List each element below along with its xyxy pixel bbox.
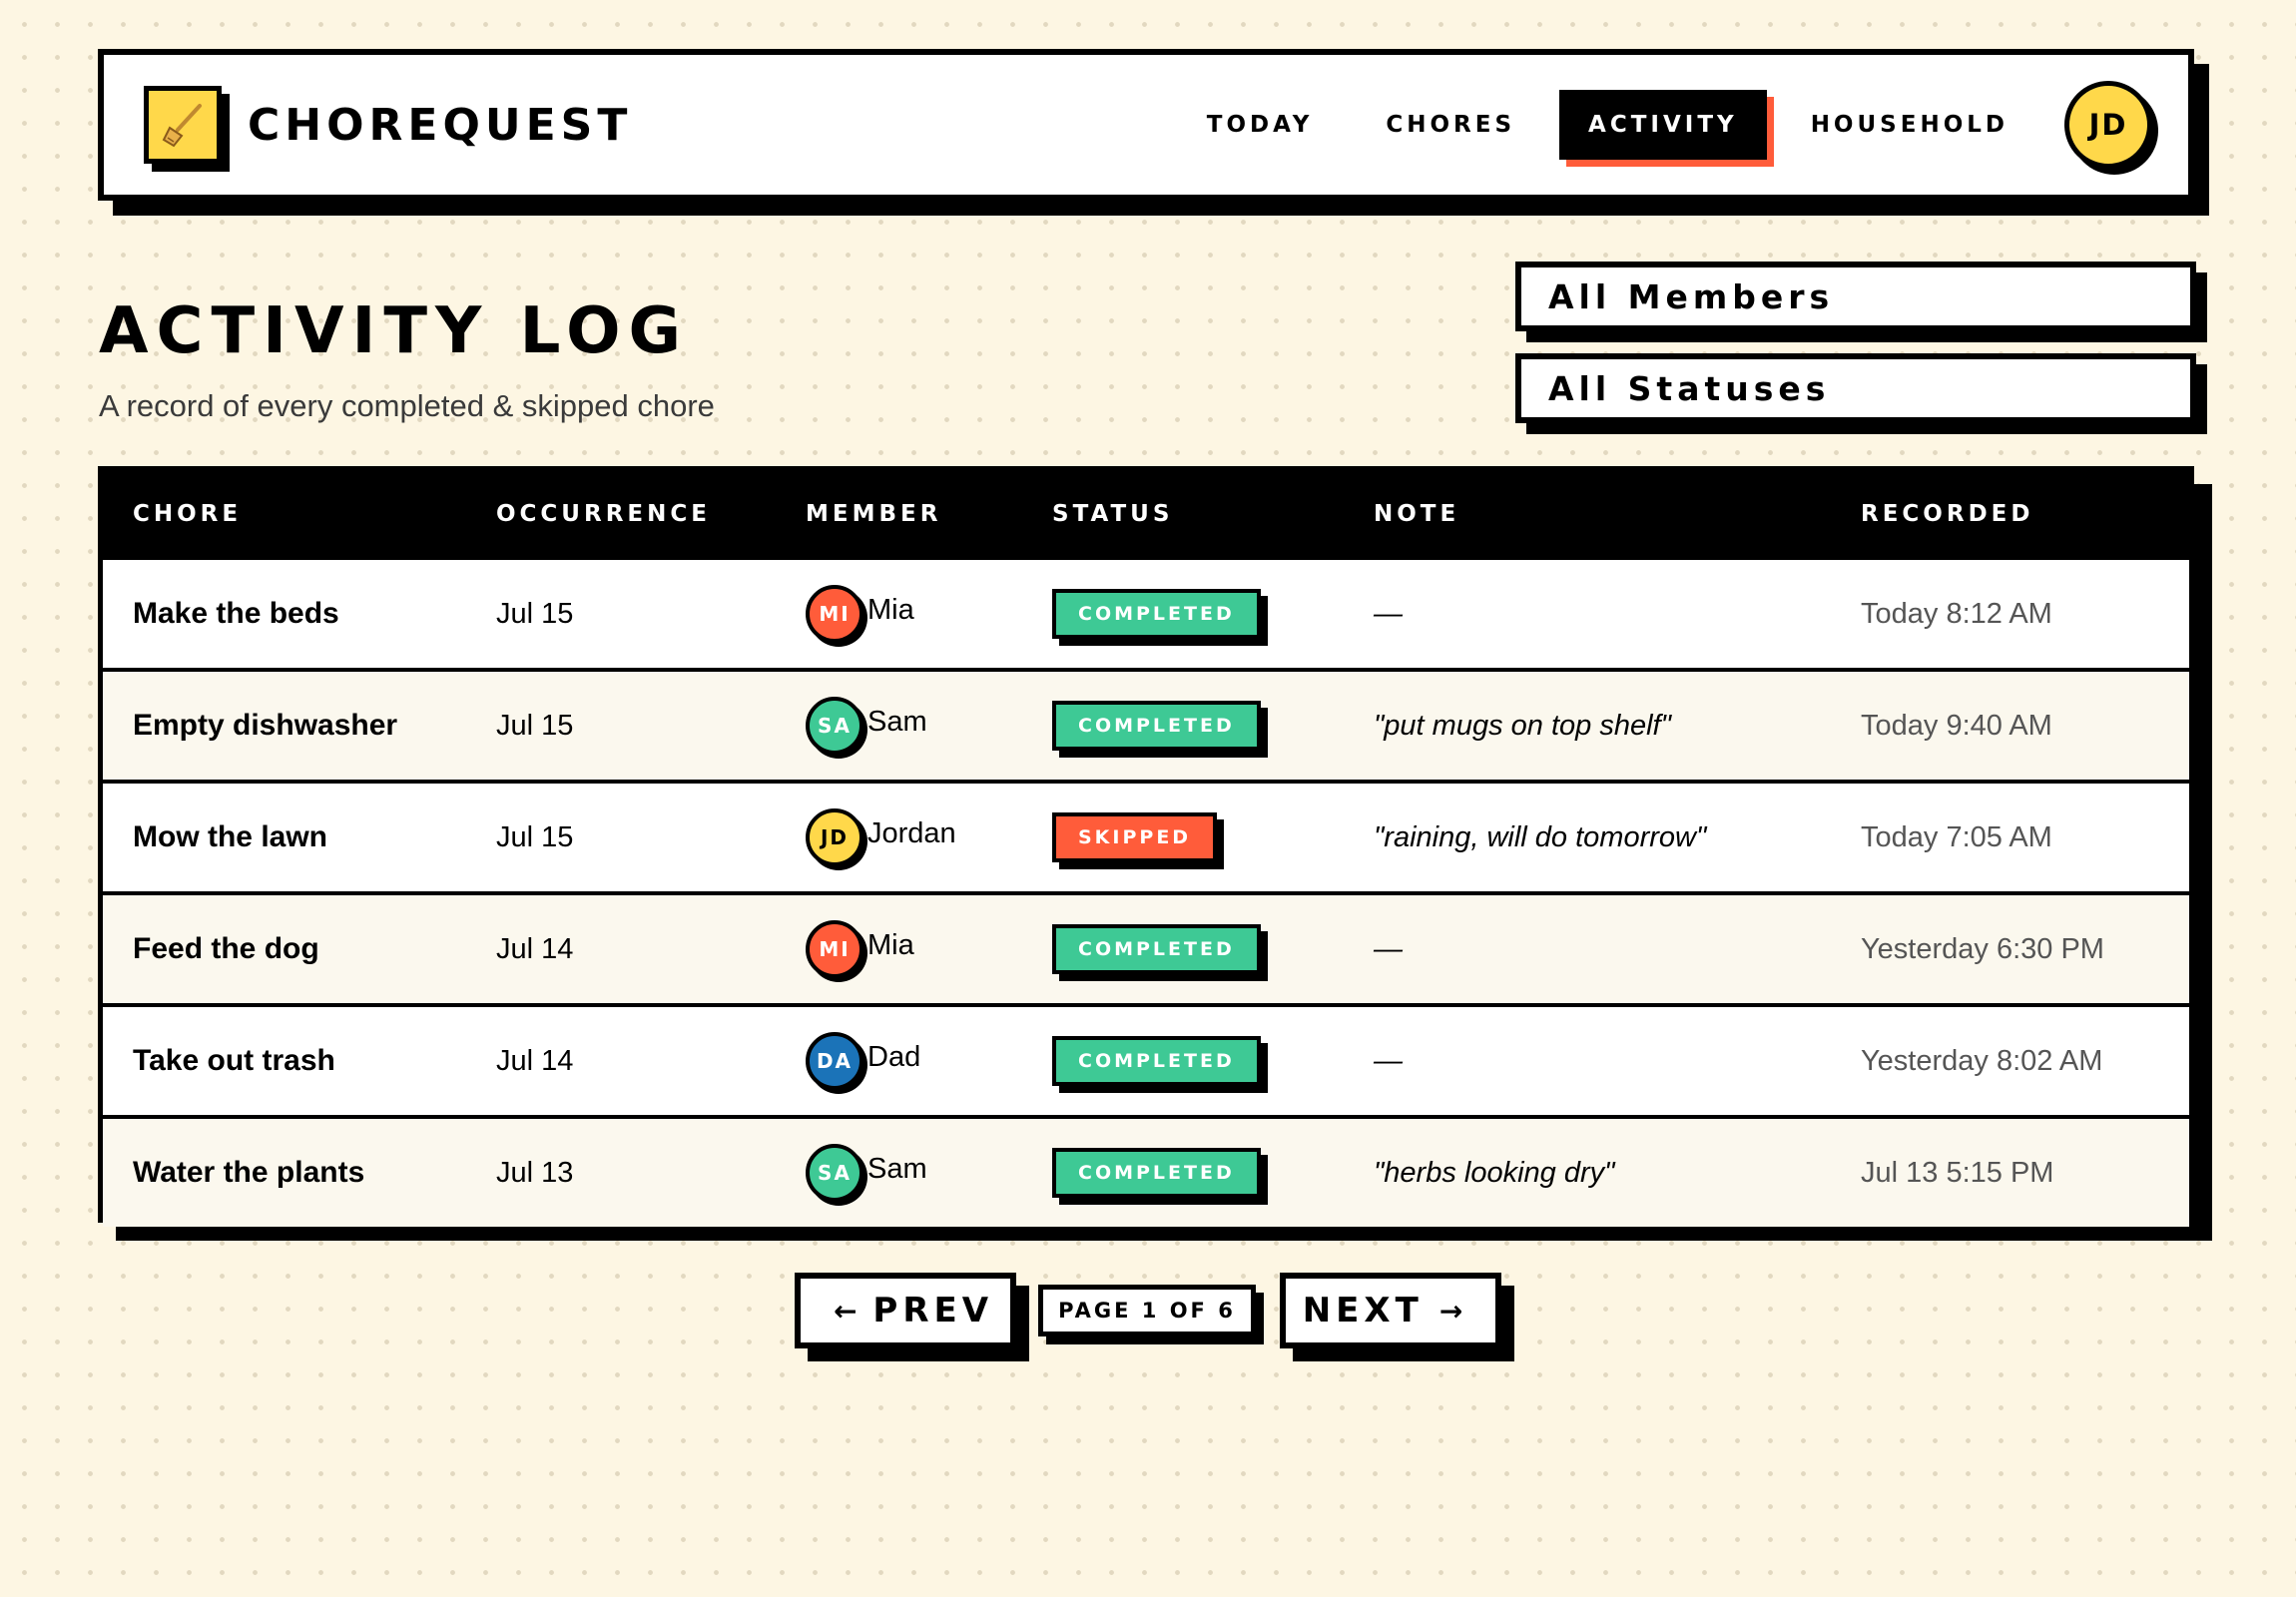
table-row[interactable]: Empty dishwasher Jul 15 SA Sam COMPLETED…: [103, 668, 2189, 780]
note-text: —: [1374, 1044, 1403, 1077]
note-text: "put mugs on top shelf": [1374, 709, 1671, 742]
occurrence-date: Jul 15: [496, 820, 574, 853]
arrow-right-icon: →: [1438, 1294, 1463, 1328]
member-cell: SA Sam: [806, 1144, 927, 1202]
member-avatar: SA: [806, 1144, 863, 1202]
member-filter-select[interactable]: All Members: [1515, 262, 2196, 331]
nav-household[interactable]: HOUSEHOLD: [1782, 90, 2037, 160]
table-body: Make the beds Jul 15 MI Mia COMPLETED — …: [103, 556, 2189, 1227]
member-cell: MI Mia: [806, 920, 914, 978]
arrow-left-icon: ←: [833, 1294, 858, 1328]
status-badge: COMPLETED: [1052, 1148, 1261, 1198]
table-row[interactable]: Feed the dog Jul 14 MI Mia COMPLETED — Y…: [103, 891, 2189, 1003]
table-header: CHORE OCCURRENCE MEMBER STATUS NOTE RECO…: [103, 471, 2189, 556]
member-cell: MI Mia: [806, 585, 914, 643]
member-name: Mia: [867, 593, 914, 626]
member-avatar: DA: [806, 1032, 863, 1090]
user-avatar[interactable]: JD: [2064, 81, 2152, 169]
member-avatar: MI: [806, 585, 863, 643]
nav-activity[interactable]: ACTIVITY: [1559, 90, 1767, 160]
member-avatar: JD: [806, 808, 863, 866]
next-label: NEXT: [1302, 1291, 1424, 1331]
top-header: CHOREQUEST TODAY CHORES ACTIVITY HOUSEHO…: [98, 49, 2194, 201]
prev-page-button[interactable]: ← PREV: [795, 1273, 1016, 1348]
table-row[interactable]: Water the plants Jul 13 SA Sam COMPLETED…: [103, 1115, 2189, 1227]
table-row[interactable]: Make the beds Jul 15 MI Mia COMPLETED — …: [103, 556, 2189, 668]
app-name[interactable]: CHOREQUEST: [248, 100, 632, 151]
table-row[interactable]: Mow the lawn Jul 15 JD Jordan SKIPPED "r…: [103, 780, 2189, 891]
member-cell: JD Jordan: [806, 808, 956, 866]
chore-name: Feed the dog: [133, 932, 319, 965]
next-page-button[interactable]: NEXT →: [1280, 1273, 1501, 1348]
page-subtitle: A record of every completed & skipped ch…: [99, 388, 715, 423]
member-name: Sam: [867, 1152, 927, 1185]
member-name: Mia: [867, 928, 914, 961]
occurrence-date: Jul 15: [496, 597, 574, 630]
status-badge: SKIPPED: [1052, 812, 1218, 862]
member-name: Sam: [867, 705, 927, 738]
page-title: ACTIVITY LOG: [99, 294, 690, 368]
status-filter-select[interactable]: All Statuses: [1515, 353, 2196, 423]
column-header-chore[interactable]: CHORE: [133, 501, 242, 527]
recorded-time: Yesterday 8:02 AM: [1861, 1044, 2103, 1077]
chore-name: Water the plants: [133, 1156, 365, 1189]
activity-table: CHORE OCCURRENCE MEMBER STATUS NOTE RECO…: [98, 466, 2194, 1227]
column-header-recorded[interactable]: RECORDED: [1861, 501, 2033, 527]
recorded-time: Today 9:40 AM: [1861, 709, 2052, 742]
recorded-time: Today 7:05 AM: [1861, 820, 2052, 853]
recorded-time: Jul 13 5:15 PM: [1861, 1156, 2054, 1189]
occurrence-date: Jul 14: [496, 932, 574, 965]
note-text: —: [1374, 932, 1403, 965]
recorded-time: Yesterday 6:30 PM: [1861, 932, 2104, 965]
member-name: Jordan: [867, 816, 956, 849]
occurrence-date: Jul 15: [496, 709, 574, 742]
column-header-member[interactable]: MEMBER: [806, 501, 941, 527]
member-avatar: MI: [806, 920, 863, 978]
main-nav: TODAY CHORES ACTIVITY HOUSEHOLD JD: [1163, 81, 2152, 169]
broom-icon: [162, 104, 202, 148]
member-cell: DA Dad: [806, 1032, 920, 1090]
nav-today[interactable]: TODAY: [1178, 90, 1343, 160]
status-badge: COMPLETED: [1052, 1036, 1261, 1086]
prev-label: PREV: [872, 1291, 994, 1331]
member-avatar: SA: [806, 697, 863, 755]
occurrence-date: Jul 13: [496, 1156, 574, 1189]
table-row[interactable]: Take out trash Jul 14 DA Dad COMPLETED —…: [103, 1003, 2189, 1115]
column-header-note[interactable]: NOTE: [1374, 501, 1459, 527]
member-name: Dad: [867, 1040, 921, 1073]
column-header-status[interactable]: STATUS: [1052, 501, 1173, 527]
page-indicator: PAGE 1 OF 6: [1038, 1285, 1256, 1336]
recorded-time: Today 8:12 AM: [1861, 597, 2052, 630]
member-cell: SA Sam: [806, 697, 927, 755]
note-text: "herbs looking dry": [1374, 1156, 1615, 1189]
logo[interactable]: [144, 86, 222, 164]
status-badge: COMPLETED: [1052, 924, 1261, 974]
chore-name: Make the beds: [133, 597, 339, 630]
chore-name: Take out trash: [133, 1044, 335, 1077]
status-badge: COMPLETED: [1052, 589, 1261, 639]
chore-name: Mow the lawn: [133, 820, 327, 853]
status-badge: COMPLETED: [1052, 701, 1261, 751]
nav-chores[interactable]: CHORES: [1357, 90, 1544, 160]
column-header-occurrence[interactable]: OCCURRENCE: [496, 501, 711, 527]
note-text: —: [1374, 597, 1403, 630]
note-text: "raining, will do tomorrow": [1374, 820, 1707, 853]
chore-name: Empty dishwasher: [133, 709, 398, 742]
occurrence-date: Jul 14: [496, 1044, 574, 1077]
